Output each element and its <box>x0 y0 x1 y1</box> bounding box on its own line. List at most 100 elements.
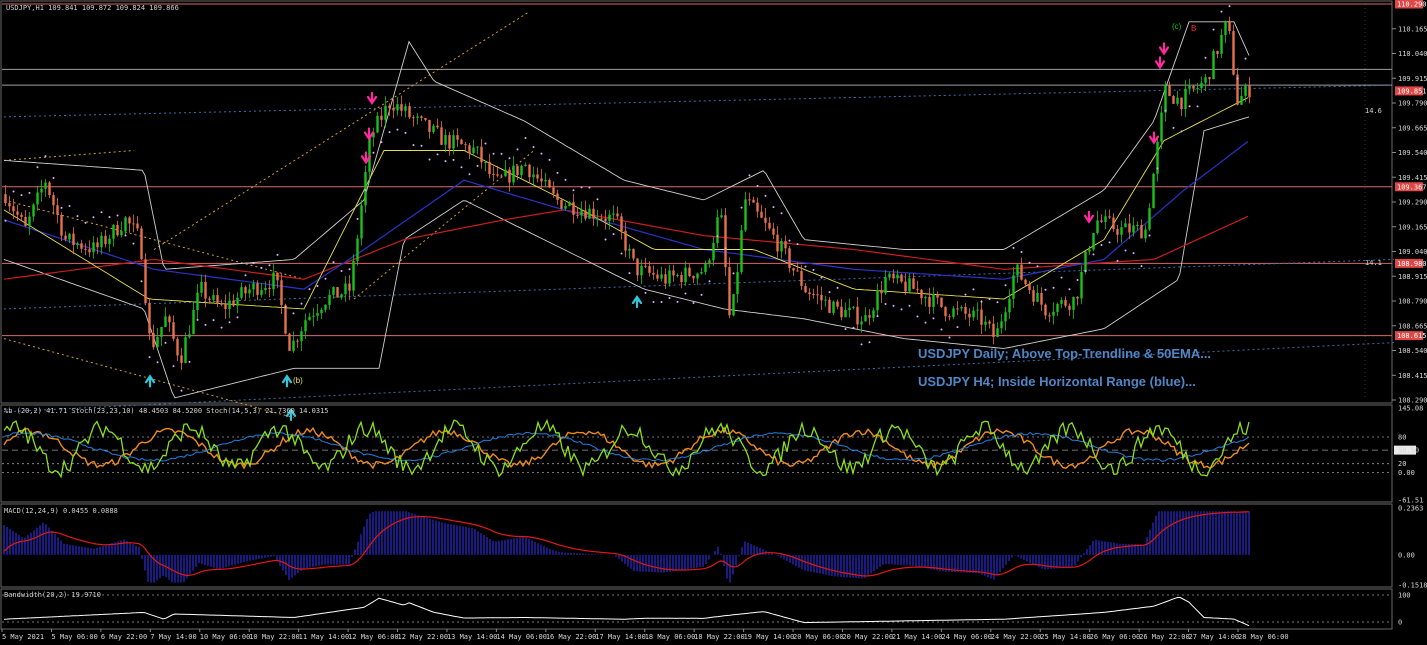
sar-dot <box>60 206 63 209</box>
price-tick-label: 108.790 <box>1398 298 1427 306</box>
annotation-h4: USDJPY H4; Inside Horizontal Range (blue… <box>918 374 1196 389</box>
sar-dot <box>940 328 943 331</box>
time-tick-label: 17 May 14:00 <box>595 633 646 641</box>
candle-body <box>608 214 611 221</box>
sar-dot <box>972 288 975 291</box>
sar-dot <box>580 186 583 189</box>
sar-dot <box>524 136 527 139</box>
candle-body <box>268 287 271 290</box>
sar-dot <box>860 343 863 346</box>
candle-body <box>400 104 403 111</box>
candle-body <box>848 307 851 311</box>
candle-body <box>12 206 15 212</box>
sar-dot <box>1156 167 1159 170</box>
time-tick-label: 27 May 14:00 <box>1189 633 1240 641</box>
sar-dot <box>44 155 47 158</box>
price-tag-label: 109.851 <box>1397 87 1427 95</box>
candle-body <box>1092 233 1095 250</box>
time-tick-label: 19 May 14:00 <box>744 633 795 641</box>
candle-body <box>224 304 227 309</box>
candle-body <box>148 302 151 334</box>
candle-body <box>840 306 843 318</box>
candle-body <box>536 174 539 179</box>
sar-dot <box>572 189 575 192</box>
candle-body <box>824 299 827 301</box>
sar-dot <box>348 268 351 271</box>
candle-body <box>568 202 571 206</box>
candle-body <box>1056 303 1059 312</box>
candle-body <box>1012 275 1015 299</box>
candle-body <box>632 248 635 259</box>
candle-body <box>460 139 463 145</box>
trading-chart[interactable]: 110.165 110.040 109.915 109.790 109.665 109.5… <box>0 0 1427 645</box>
sar-dot <box>1068 288 1071 291</box>
sar-dot <box>732 272 735 275</box>
sar-dot <box>1164 109 1167 112</box>
sar-dot <box>868 341 871 344</box>
candle-body <box>188 334 191 338</box>
time-tick-label: 21 May 14:00 <box>892 633 943 641</box>
candle-body <box>424 118 427 120</box>
sar-dot <box>1124 249 1127 252</box>
time-tick-label: 10 May 22:00 <box>249 633 300 641</box>
candle-body <box>520 165 523 176</box>
candle-body <box>508 169 511 183</box>
candle-body <box>100 235 103 248</box>
candle-body <box>132 223 135 225</box>
sar-dot <box>20 194 23 197</box>
sar-dot <box>180 389 183 392</box>
candle-body <box>712 242 715 261</box>
sar-dot <box>996 301 999 304</box>
candle-body <box>772 228 775 235</box>
sar-dot <box>692 301 695 304</box>
side-label-2: 14.1 <box>1365 259 1382 267</box>
candle-body <box>512 165 515 183</box>
candle-body <box>700 272 703 274</box>
sar-dot <box>964 293 967 296</box>
sar-dot <box>68 204 71 207</box>
candle-body <box>908 278 911 292</box>
candle-body <box>68 233 71 240</box>
candle-body <box>660 274 663 279</box>
sar-dot <box>708 280 711 283</box>
sar-dot <box>756 184 759 187</box>
candle-body <box>892 273 895 279</box>
time-tick-label: 14 May 06:00 <box>496 633 547 641</box>
sar-dot <box>1028 261 1031 264</box>
time-tick-label: 25 May 14:00 <box>1040 633 1091 641</box>
candle-body <box>628 248 631 251</box>
candle-body <box>596 218 599 220</box>
time-tick-label: 13 May 14:00 <box>447 633 498 641</box>
candle-body <box>764 217 767 223</box>
candle-body <box>836 301 839 307</box>
sar-dot <box>276 253 279 256</box>
sar-dot <box>364 189 367 192</box>
candle-body <box>1088 249 1091 252</box>
candle-body <box>1176 97 1179 104</box>
candle-body <box>404 106 407 111</box>
price-tag-label: 108.980 <box>1397 260 1427 268</box>
price-tick-label: 110.040 <box>1398 50 1427 58</box>
candle-body <box>32 204 35 217</box>
candle-body <box>932 294 935 307</box>
candle-body <box>364 171 367 206</box>
sar-dot <box>1084 269 1087 272</box>
candle-body <box>1116 228 1119 235</box>
candle-body <box>1132 225 1135 233</box>
candle-body <box>544 179 547 182</box>
candle-body <box>1220 34 1223 54</box>
candle-body <box>672 270 675 276</box>
candle-body <box>912 278 915 289</box>
candle-body <box>948 316 951 318</box>
candle-body <box>216 295 219 304</box>
candle-body <box>876 290 879 311</box>
candle-body <box>456 135 459 140</box>
candle-body <box>856 306 859 325</box>
price-tag-label: 108.615 <box>1397 332 1427 340</box>
candle-body <box>240 287 243 298</box>
candle-body <box>200 282 203 293</box>
candle-body <box>1192 85 1195 89</box>
bw-tick-label: 0 <box>1398 619 1402 627</box>
candle-body <box>788 248 791 269</box>
sar-dot <box>452 158 455 161</box>
